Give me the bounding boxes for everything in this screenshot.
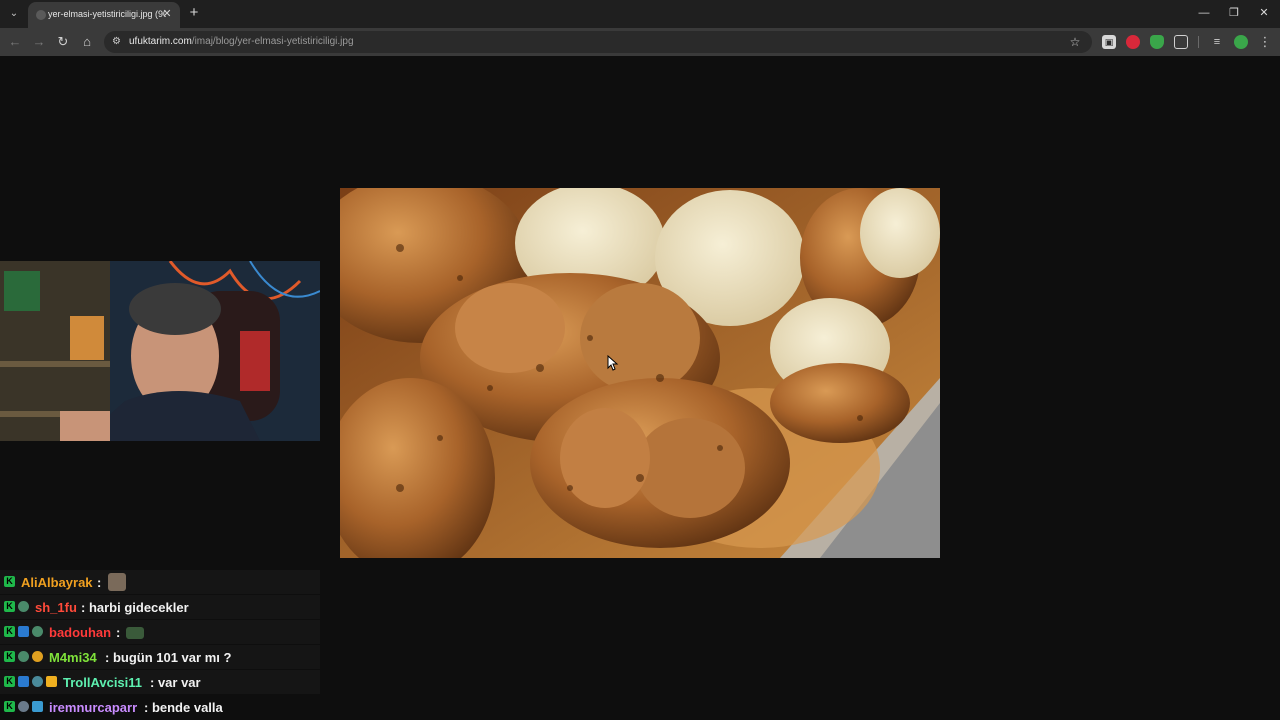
- emote-icon: [126, 627, 144, 639]
- chat-message-text: : bende valla: [144, 700, 223, 715]
- chat-message-text: : harbi gidecekler: [81, 600, 189, 615]
- chat-username[interactable]: AliAlbayrak: [21, 575, 93, 590]
- site-info-icon[interactable]: ⚙: [112, 35, 124, 49]
- home-button[interactable]: ⌂: [79, 34, 95, 50]
- chat-username[interactable]: TrollAvcisi11: [63, 675, 142, 690]
- reading-list-icon[interactable]: ≡: [1210, 35, 1224, 49]
- extension-discord-icon[interactable]: ▣: [1102, 35, 1116, 49]
- chat-message-text: : bugün 101 var mı ?: [105, 650, 232, 665]
- forward-button[interactable]: →: [31, 34, 47, 50]
- tab-favicon-icon: [36, 10, 46, 20]
- chat-message: K sh_1fu : harbi gidecekler: [0, 595, 320, 619]
- alien-badge-icon: [18, 701, 29, 712]
- profile-avatar-icon[interactable]: [1234, 35, 1248, 49]
- url-text[interactable]: ufuktarim.com/imaj/blog/yer-elmasi-yetis…: [129, 36, 354, 47]
- chat-message-text: : var var: [150, 675, 201, 690]
- close-window-button[interactable]: ✕: [1254, 5, 1274, 21]
- chat-message: K M4mi34 : bugün 101 var mı ?: [0, 645, 320, 669]
- chat-message-text: :: [116, 625, 121, 640]
- jerusalem-artichoke-photo: [340, 188, 940, 558]
- mouse-cursor-icon: [607, 355, 619, 371]
- chat-message: K TrollAvcisi11 : var var: [0, 670, 320, 694]
- webcam-feed: [0, 261, 320, 441]
- kick-badge-icon: K: [4, 676, 15, 687]
- emote-icon: [108, 573, 126, 591]
- chat-message: K iremnurcaparr : bende valla: [0, 695, 320, 719]
- crown-badge-icon: [46, 676, 57, 687]
- extensions-puzzle-icon[interactable]: [1174, 35, 1188, 49]
- moderator-badge-icon: [18, 626, 29, 637]
- alien-badge-icon: [18, 601, 29, 612]
- address-bar[interactable]: ⚙ ufuktarim.com/imaj/blog/yer-elmasi-yet…: [104, 31, 1092, 53]
- extension-red-icon[interactable]: [1126, 35, 1140, 49]
- tab-strip: ⌄ yer-elmasi-yetistiriciligi.jpg (900 ✕ …: [0, 0, 1280, 28]
- restore-button[interactable]: ❐: [1224, 5, 1244, 21]
- reload-button[interactable]: ↻: [55, 34, 71, 50]
- url-host: ufuktarim.com: [129, 36, 192, 47]
- sub-badge-icon: [32, 651, 43, 662]
- webcam-overlay: [0, 261, 320, 441]
- new-tab-button[interactable]: +: [186, 5, 202, 21]
- kick-badge-icon: K: [4, 626, 15, 637]
- chat-username[interactable]: badouhan: [49, 625, 111, 640]
- kick-badge-icon: K: [4, 576, 15, 587]
- chat-username[interactable]: sh_1fu: [35, 600, 77, 615]
- viewed-image[interactable]: [340, 188, 940, 558]
- browser-toolbar: ← → ↻ ⌂ ⚙ ufuktarim.com/imaj/blog/yer-el…: [0, 28, 1280, 56]
- chat-message: K badouhan :: [0, 620, 320, 644]
- alien-badge-icon: [18, 651, 29, 662]
- chat-username[interactable]: iremnurcaparr: [49, 700, 137, 715]
- stream-chat: K AliAlbayrak : K sh_1fu : harbi gidecek…: [0, 568, 320, 720]
- extension-shield-icon[interactable]: [1150, 35, 1164, 49]
- alien-badge-icon: [32, 676, 43, 687]
- back-button[interactable]: ←: [7, 34, 23, 50]
- gift-badge-icon: [32, 701, 43, 712]
- kick-badge-icon: K: [4, 601, 15, 612]
- minimize-button[interactable]: —: [1194, 5, 1214, 21]
- tab-close-icon[interactable]: ✕: [160, 7, 174, 21]
- alien-badge-icon: [32, 626, 43, 637]
- kick-badge-icon: K: [4, 651, 15, 662]
- browser-menu-button[interactable]: ⋮: [1257, 34, 1273, 50]
- moderator-badge-icon: [18, 676, 29, 687]
- chat-colon: :: [97, 575, 102, 590]
- url-path: /imaj/blog/yer-elmasi-yetistiriciligi.jp…: [191, 36, 354, 47]
- chat-message: K AliAlbayrak :: [0, 570, 320, 594]
- bookmark-star-icon[interactable]: ☆: [1068, 34, 1082, 50]
- chat-username[interactable]: M4mi34: [49, 650, 97, 665]
- active-tab[interactable]: yer-elmasi-yetistiriciligi.jpg (900 ✕: [28, 2, 180, 28]
- toolbar-separator: [1198, 36, 1199, 48]
- kick-badge-icon: K: [4, 701, 15, 712]
- tab-title: yer-elmasi-yetistiriciligi.jpg (900: [48, 9, 166, 19]
- tab-search-button[interactable]: ⌄: [6, 6, 22, 22]
